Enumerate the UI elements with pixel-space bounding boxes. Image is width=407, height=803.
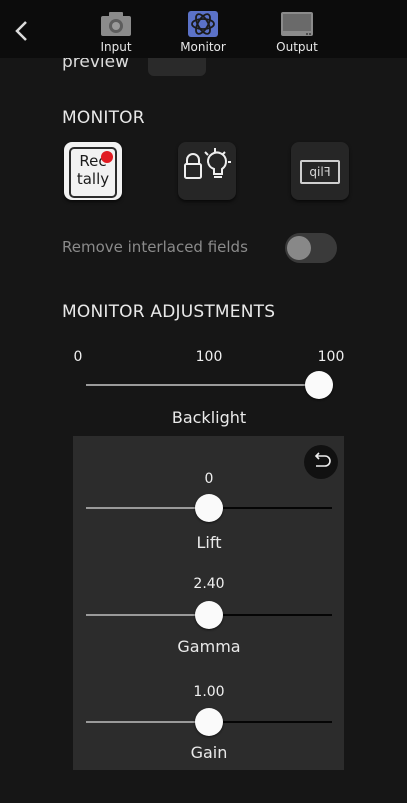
backlight-value-label: 100 [195, 349, 223, 365]
lock-bulb-icon [184, 148, 231, 179]
backlight-max-label: 100 [317, 349, 345, 365]
rec-tally-icon: Rec tally [69, 147, 117, 198]
gain-track-filled [86, 721, 208, 723]
rec-tally-line2: tally [76, 170, 110, 188]
chevron-left-icon [15, 21, 27, 41]
record-dot-icon [101, 151, 113, 163]
preview-label: preview [62, 58, 130, 72]
gamma-label: Gamma [177, 637, 241, 656]
settings-content[interactable]: preview MONITOR Rec tally Flip Remove in… [0, 58, 407, 803]
backlight-label: Backlight [171, 408, 247, 427]
undo-icon [314, 452, 331, 467]
remove-interlaced-toggle[interactable] [285, 233, 337, 263]
gain-slider-knob[interactable] [195, 708, 223, 736]
tab-output[interactable]: Output [267, 8, 327, 58]
backlight-min-label: 0 [73, 349, 83, 365]
monitor-section-title: MONITOR [62, 108, 145, 128]
tab-input-label: Input [100, 40, 132, 54]
backlight-slider-knob[interactable] [305, 371, 333, 399]
gain-track-empty [208, 721, 332, 723]
gain-label: Gain [190, 743, 228, 762]
display-icon [281, 12, 313, 36]
backlight-track-filled [86, 384, 318, 386]
top-nav-bar: Input Monitor Output [0, 0, 407, 58]
lift-track-empty [208, 507, 332, 509]
tab-monitor[interactable]: Monitor [173, 8, 233, 58]
lift-slider-knob[interactable] [195, 494, 223, 522]
tab-output-label: Output [276, 40, 318, 54]
tab-monitor-label: Monitor [180, 40, 226, 54]
gamma-track-filled [86, 614, 208, 616]
gamma-slider-knob[interactable] [195, 601, 223, 629]
flip-icon: Flip [300, 160, 340, 184]
atomos-logo-icon [188, 11, 218, 37]
back-button[interactable] [10, 18, 32, 44]
tab-input[interactable]: Input [86, 8, 146, 58]
lift-value: 0 [204, 471, 214, 487]
camera-icon [101, 12, 131, 36]
lift-label: Lift [196, 533, 222, 552]
flip-button[interactable]: Flip [291, 142, 349, 200]
lock-light-button[interactable] [178, 142, 236, 200]
gain-value: 1.00 [193, 684, 225, 700]
reset-button[interactable] [304, 445, 338, 479]
lift-track-filled [86, 507, 208, 509]
flip-label: Flip [309, 165, 331, 179]
monitor-adjustments-title: MONITOR ADJUSTMENTS [62, 302, 276, 322]
preview-button[interactable] [148, 58, 206, 76]
remove-interlaced-label: Remove interlaced fields [62, 238, 248, 256]
rec-tally-button[interactable]: Rec tally [64, 142, 122, 200]
toggle-knob [287, 236, 311, 260]
gamma-value: 2.40 [193, 576, 225, 592]
gamma-track-empty [208, 614, 332, 616]
